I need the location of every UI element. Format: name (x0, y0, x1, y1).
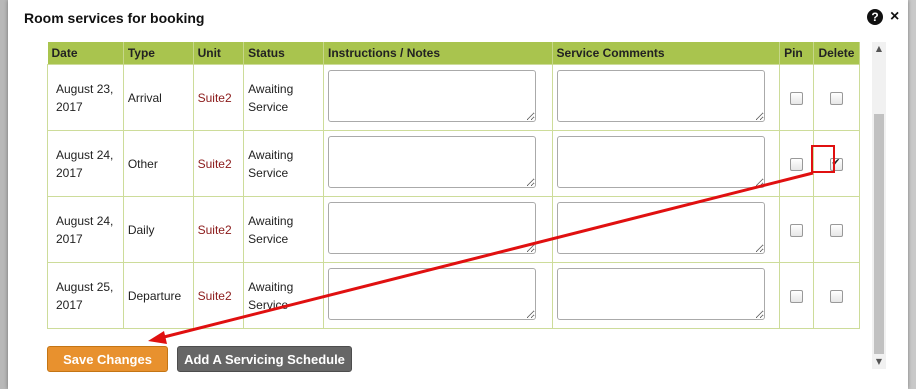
status-line: Service (248, 231, 289, 246)
instructions-textarea[interactable] (328, 202, 537, 254)
status-line: Service (248, 99, 289, 114)
column-header-date: Date (47, 42, 124, 65)
row-type: Other (122, 130, 194, 197)
pin-checkbox[interactable] (790, 289, 804, 303)
row-date: August 25, 2017 (47, 262, 124, 329)
row-status: Awaiting Service (243, 64, 325, 131)
vertical-scrollbar[interactable]: ▲ ▼ (872, 42, 886, 369)
table-row: August 25, 2017 Departure Suite2 Awaiting… (47, 262, 860, 329)
pin-checkbox[interactable] (790, 91, 804, 105)
date-year: 2017 (56, 165, 83, 180)
service-comments-textarea[interactable] (556, 268, 765, 320)
table-row: August 24, 2017 Other Suite2 Awaiting Serv… (47, 130, 860, 197)
add-servicing-schedule-button[interactable]: Add A Servicing Schedule (177, 346, 352, 372)
annotation-highlight-box (811, 145, 835, 173)
column-header-status: Status (243, 42, 325, 65)
column-header-unit: Unit (193, 42, 245, 65)
column-header-type: Type (123, 42, 194, 65)
date-year: 2017 (56, 297, 83, 312)
services-table: Date Type Unit Status Instructions / Not… (47, 42, 860, 329)
status-line: Awaiting (248, 81, 294, 96)
row-instructions-cell (323, 196, 553, 263)
table-header-row: Date Type Unit Status Instructions / Not… (47, 42, 860, 65)
row-status: Awaiting Service (243, 196, 325, 263)
row-pin-cell (779, 130, 815, 197)
status-line: Awaiting (248, 279, 294, 294)
table-row: August 24, 2017 Daily Suite2 Awaiting Serv… (47, 196, 860, 263)
row-unit: Suite2 (192, 196, 245, 263)
pin-checkbox[interactable] (790, 157, 804, 171)
row-comments-cell (551, 64, 781, 131)
annotation-arrow-head (148, 331, 167, 344)
save-changes-button[interactable]: Save Changes (47, 346, 168, 372)
instructions-textarea[interactable] (328, 268, 537, 320)
delete-checkbox[interactable] (830, 91, 844, 105)
close-icon[interactable]: × (890, 8, 899, 26)
row-delete-cell (813, 196, 860, 263)
table-row: August 23, 2017 Arrival Suite2 Awaiting Se… (47, 64, 860, 131)
delete-checkbox[interactable] (830, 289, 844, 303)
row-comments-cell (551, 262, 781, 329)
date-line: August 25, (56, 279, 114, 294)
service-comments-textarea[interactable] (556, 70, 765, 122)
row-unit: Suite2 (192, 64, 245, 131)
status-line: Awaiting (248, 213, 294, 228)
row-unit: Suite2 (192, 130, 245, 197)
status-line: Service (248, 165, 289, 180)
row-pin-cell (779, 196, 815, 263)
dialog-title: Room services for booking (24, 10, 205, 26)
help-icon[interactable]: ? (867, 9, 883, 25)
scroll-down-arrow-icon[interactable]: ▼ (872, 355, 886, 369)
row-pin-cell (779, 262, 815, 329)
service-comments-textarea[interactable] (556, 136, 765, 188)
room-services-dialog: Room services for booking ? × Date Type … (8, 0, 908, 389)
row-delete-cell (813, 262, 860, 329)
column-header-delete: Delete (813, 42, 860, 65)
row-type: Daily (122, 196, 194, 263)
row-instructions-cell (323, 262, 553, 329)
pin-checkbox[interactable] (790, 223, 804, 237)
services-table-container: Date Type Unit Status Instructions / Not… (47, 42, 867, 331)
row-instructions-cell (323, 64, 553, 131)
date-year: 2017 (56, 99, 83, 114)
row-unit: Suite2 (192, 262, 245, 329)
row-date: August 24, 2017 (47, 196, 124, 263)
column-header-service-comments: Service Comments (552, 42, 781, 65)
row-instructions-cell (323, 130, 553, 197)
row-date: August 24, 2017 (47, 130, 124, 197)
column-header-pin: Pin (779, 42, 815, 65)
status-line: Service (248, 297, 289, 312)
row-delete-cell (813, 64, 860, 131)
row-comments-cell (551, 130, 781, 197)
instructions-textarea[interactable] (328, 70, 537, 122)
row-pin-cell (779, 64, 815, 131)
delete-checkbox[interactable] (830, 223, 844, 237)
scroll-up-arrow-icon[interactable]: ▲ (872, 42, 886, 56)
column-header-instructions: Instructions / Notes (323, 42, 553, 65)
page-backdrop (0, 0, 8, 389)
date-year: 2017 (56, 231, 83, 246)
row-type: Arrival (122, 64, 194, 131)
row-status: Awaiting Service (243, 130, 325, 197)
row-comments-cell (551, 196, 781, 263)
row-status: Awaiting Service (243, 262, 325, 329)
status-line: Awaiting (248, 147, 294, 162)
date-line: August 24, (56, 213, 114, 228)
scrollbar-thumb[interactable] (874, 114, 884, 354)
row-type: Departure (122, 262, 194, 329)
instructions-textarea[interactable] (328, 136, 537, 188)
date-line: August 24, (56, 147, 114, 162)
date-line: August 23, (56, 81, 114, 96)
row-date: August 23, 2017 (47, 64, 124, 131)
service-comments-textarea[interactable] (556, 202, 765, 254)
